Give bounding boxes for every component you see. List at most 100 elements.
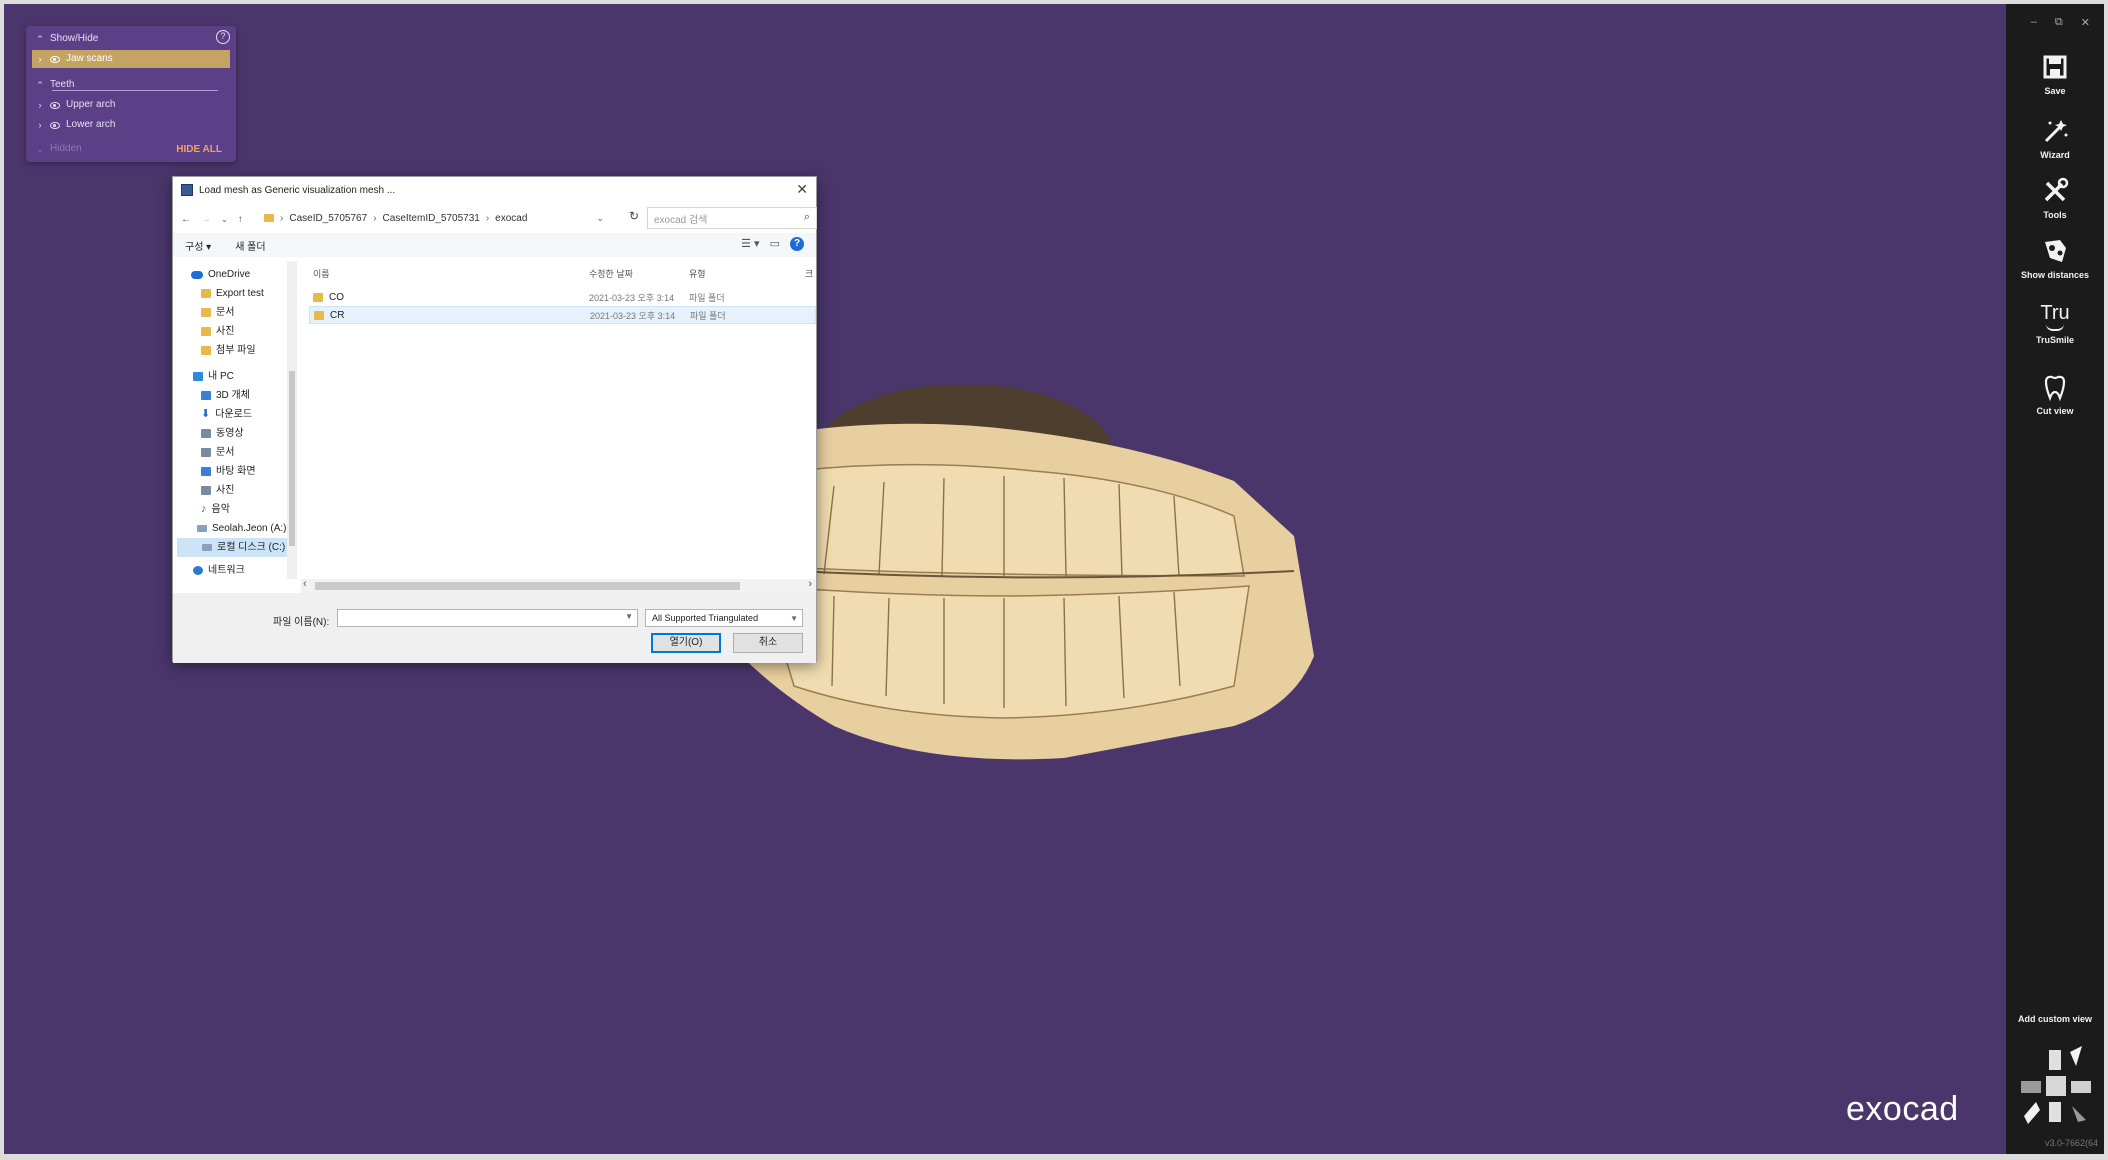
- restore-icon[interactable]: ⧉: [2055, 16, 2063, 29]
- nav-item-network-drive[interactable]: Seolah.Jeon (A:): [197, 519, 287, 538]
- cancel-button[interactable]: 취소: [733, 633, 803, 653]
- nav-item-docs[interactable]: 문서: [201, 443, 234, 462]
- file-row[interactable]: CO 2021-03-23 오후 3:14 파일 폴더: [309, 288, 816, 306]
- chevron-up-icon[interactable]: ⌃: [36, 76, 44, 94]
- dialog-titlebar[interactable]: Load mesh as Generic visualization mesh …: [173, 177, 816, 203]
- eye-icon[interactable]: [50, 55, 60, 63]
- nav-item-3d-objects[interactable]: 3D 개체: [201, 386, 250, 405]
- back-icon[interactable]: ←: [181, 214, 191, 225]
- nav-item-desktop[interactable]: 바탕 화면: [201, 462, 256, 481]
- folder-icon: [264, 214, 274, 222]
- cut-view-button[interactable]: Cut view: [2006, 372, 2104, 416]
- nav-item-videos[interactable]: 동영상: [201, 424, 244, 443]
- nav-item-pictures[interactable]: 사진: [201, 322, 234, 341]
- wizard-button[interactable]: Wizard: [2006, 116, 2104, 160]
- column-header-modified[interactable]: 수정한 날짜: [589, 267, 633, 285]
- horizontal-scrollbar[interactable]: ‹ ›: [301, 578, 816, 593]
- filetype-value: All Supported Triangulated: [652, 613, 759, 623]
- chevron-down-icon[interactable]: ▼: [625, 612, 633, 621]
- hide-all-button[interactable]: HIDE ALL: [176, 144, 222, 155]
- nav-item-downloads[interactable]: ⬇ 다운로드: [201, 405, 252, 424]
- address-bar[interactable]: › CaseID_5705767 › CaseItemID_5705731 › …: [263, 207, 651, 229]
- folder-icon: [201, 289, 211, 298]
- breadcrumb-item[interactable]: CaseID_5705767: [289, 213, 367, 224]
- up-icon[interactable]: ↑: [238, 214, 243, 225]
- folder-icon: [314, 310, 324, 320]
- filetype-select[interactable]: All Supported Triangulated ▼: [645, 609, 803, 627]
- row-lower-arch[interactable]: › Lower arch: [32, 116, 230, 134]
- nav-item-local-disk[interactable]: 로컬 디스크 (C:): [177, 538, 295, 557]
- eye-icon[interactable]: [50, 101, 60, 109]
- show-hide-header[interactable]: ⌃ Show/Hide: [32, 30, 230, 48]
- row-label: Upper arch: [66, 99, 116, 110]
- save-button[interactable]: Save: [2006, 52, 2104, 96]
- chevron-right-icon[interactable]: ›: [36, 116, 44, 134]
- row-label: Teeth: [50, 79, 75, 90]
- search-icon[interactable]: ⌕: [804, 211, 810, 224]
- add-custom-view-button[interactable]: Add custom view: [2006, 1014, 2104, 1024]
- cloud-icon: [191, 270, 203, 279]
- nav-item-music[interactable]: ♪ 음악: [201, 500, 230, 519]
- nav-item-export-test[interactable]: Export test: [201, 284, 264, 303]
- view-options-icon[interactable]: ☰ ▾: [741, 237, 759, 251]
- network-drive-icon: [197, 525, 207, 532]
- nav-item-network[interactable]: 네트워크: [193, 561, 245, 579]
- open-button[interactable]: 열기(O): [651, 633, 721, 653]
- dialog-title: Load mesh as Generic visualization mesh …: [199, 184, 396, 196]
- file-modified: 2021-03-23 오후 3:14: [589, 292, 675, 303]
- divider: [52, 90, 218, 91]
- breadcrumb-item[interactable]: CaseItemID_5705731: [383, 213, 480, 224]
- pictures-icon: [201, 486, 211, 495]
- file-type: 파일 폴더: [689, 292, 725, 303]
- tools-button[interactable]: Tools: [2006, 176, 2104, 220]
- chevron-down-icon[interactable]: ⌄: [36, 140, 44, 158]
- filename-input[interactable]: ▼: [337, 609, 638, 627]
- help-icon[interactable]: ?: [790, 237, 804, 251]
- exocad-logo: exocad: [1846, 1090, 1959, 1128]
- search-placeholder: exocad 검색: [654, 214, 708, 226]
- view-cube-icon[interactable]: [2016, 1044, 2096, 1130]
- trusmile-button[interactable]: Tru TruSmile: [2006, 302, 2104, 345]
- column-header-type[interactable]: 유형: [689, 267, 706, 285]
- nav-item-onedrive[interactable]: OneDrive: [191, 265, 250, 284]
- chevron-down-icon[interactable]: ▼: [790, 611, 798, 627]
- forward-icon[interactable]: →: [201, 214, 211, 225]
- chevron-right-icon[interactable]: ›: [36, 96, 44, 114]
- wizard-label: Wizard: [2040, 150, 2070, 160]
- nav-scrollbar[interactable]: [287, 261, 297, 579]
- row-upper-arch[interactable]: › Upper arch: [32, 96, 230, 114]
- scroll-right-icon[interactable]: ›: [808, 578, 812, 590]
- show-distances-button[interactable]: Show distances: [2006, 236, 2104, 280]
- address-dropdown-icon[interactable]: ⌄: [596, 213, 604, 224]
- nav-item-photos[interactable]: 사진: [201, 481, 234, 500]
- scrollbar-thumb[interactable]: [315, 582, 740, 590]
- new-folder-button[interactable]: 새 폴더: [235, 238, 265, 253]
- minimize-icon[interactable]: –: [2031, 16, 2037, 29]
- refresh-icon[interactable]: ↻: [629, 209, 639, 223]
- file-type: 파일 폴더: [690, 310, 726, 321]
- preview-pane-icon[interactable]: ▭: [770, 237, 780, 251]
- nav-item-this-pc[interactable]: 내 PC: [193, 367, 234, 386]
- scrollbar-thumb[interactable]: [289, 371, 295, 546]
- pc-icon: [193, 372, 203, 381]
- row-jaw-scans[interactable]: › Jaw scans: [32, 50, 230, 68]
- row-teeth[interactable]: ⌃ Teeth: [32, 76, 230, 94]
- file-row[interactable]: CR 2021-03-23 오후 3:14 파일 폴더: [309, 306, 816, 324]
- file-name: CO: [329, 291, 344, 303]
- nav-item-attachments[interactable]: 첨부 파일: [201, 341, 256, 360]
- nav-item-documents[interactable]: 문서: [201, 303, 234, 322]
- close-icon[interactable]: ✕: [2081, 16, 2090, 29]
- organize-button[interactable]: 구성 ▾: [185, 238, 211, 253]
- scroll-left-icon[interactable]: ‹: [303, 578, 307, 590]
- help-icon[interactable]: ?: [216, 30, 230, 44]
- trusmile-label: TruSmile: [2035, 335, 2074, 345]
- row-label: Lower arch: [66, 119, 116, 130]
- chevron-right-icon[interactable]: ›: [36, 50, 44, 68]
- column-header-extra[interactable]: 크: [805, 267, 813, 285]
- eye-icon[interactable]: [50, 121, 60, 129]
- recent-chevron-icon[interactable]: ⌄: [221, 215, 228, 224]
- column-header-name[interactable]: 이름: [313, 267, 330, 285]
- search-input[interactable]: exocad 검색 ⌕: [647, 207, 817, 229]
- breadcrumb-item[interactable]: exocad: [495, 213, 527, 224]
- close-icon[interactable]: ✕: [796, 181, 808, 198]
